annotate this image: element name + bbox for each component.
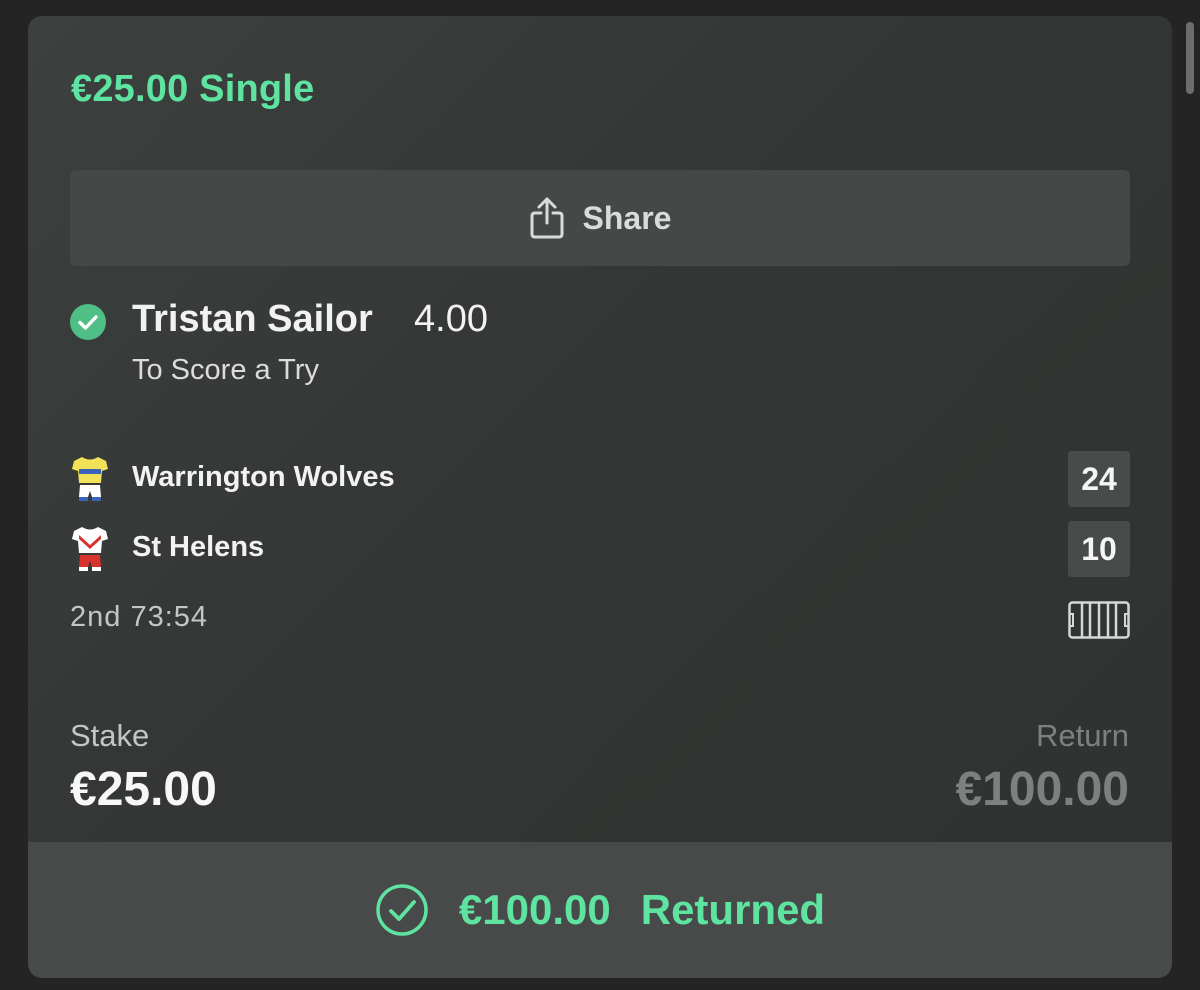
return-label: Return [1035,718,1129,753]
shirt-yellow-icon [72,457,108,501]
bet-card: €25.00 Single Share Tristan Sailor 4.00 … [28,16,1172,978]
team-row-away: St Helens 10 [70,521,1130,577]
match-time-value: 73:54 [130,601,209,633]
bet-title: €25.00 Single [71,68,315,110]
returned-status: Returned [640,886,826,933]
selection-name: Tristan Sailor [132,298,373,340]
stake-label: Stake [70,718,150,753]
scrollbar[interactable] [1186,22,1194,94]
pitch-icon[interactable] [1068,601,1130,639]
team-name-home: Warrington Wolves [132,461,395,493]
team-name-away: St Helens [132,531,265,563]
returned-amount: €100.00 [458,886,611,933]
share-icon [529,196,565,240]
returned-banner: €100.00 Returned [28,842,1172,978]
score-home: 24 [1068,451,1130,507]
return-value: €100.00 [955,763,1129,816]
stake-value: €25.00 [70,763,217,816]
shirt-red-white-icon [72,527,108,571]
check-circle-outline-icon [376,884,428,936]
match-clock: 2nd 73:54 [70,601,208,634]
selection-odds: 4.00 [414,298,488,340]
selection-market: To Score a Try [132,354,319,386]
share-label: Share [582,199,672,236]
score-away: 10 [1068,521,1130,577]
team-row-home: Warrington Wolves 24 [70,451,1130,507]
match-period: 2nd [70,601,122,633]
page: €25.00 Single Share Tristan Sailor 4.00 … [0,0,1200,990]
share-button[interactable]: Share [70,170,1130,266]
check-circle-icon [70,304,106,340]
